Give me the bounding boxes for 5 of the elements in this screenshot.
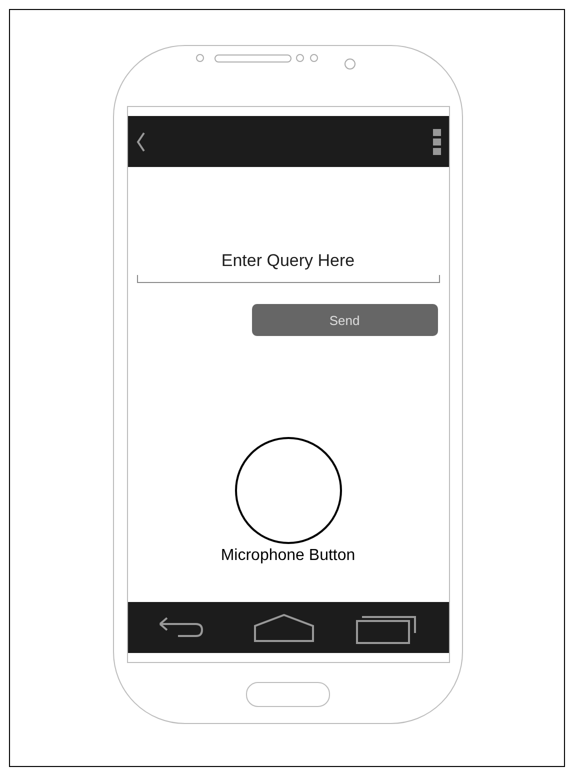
send-button[interactable]: Send (252, 304, 438, 336)
microphone-label: Microphone Button (220, 547, 356, 565)
overflow-menu-icon[interactable] (432, 128, 440, 154)
back-icon[interactable] (136, 132, 146, 152)
home-icon[interactable] (254, 614, 314, 642)
